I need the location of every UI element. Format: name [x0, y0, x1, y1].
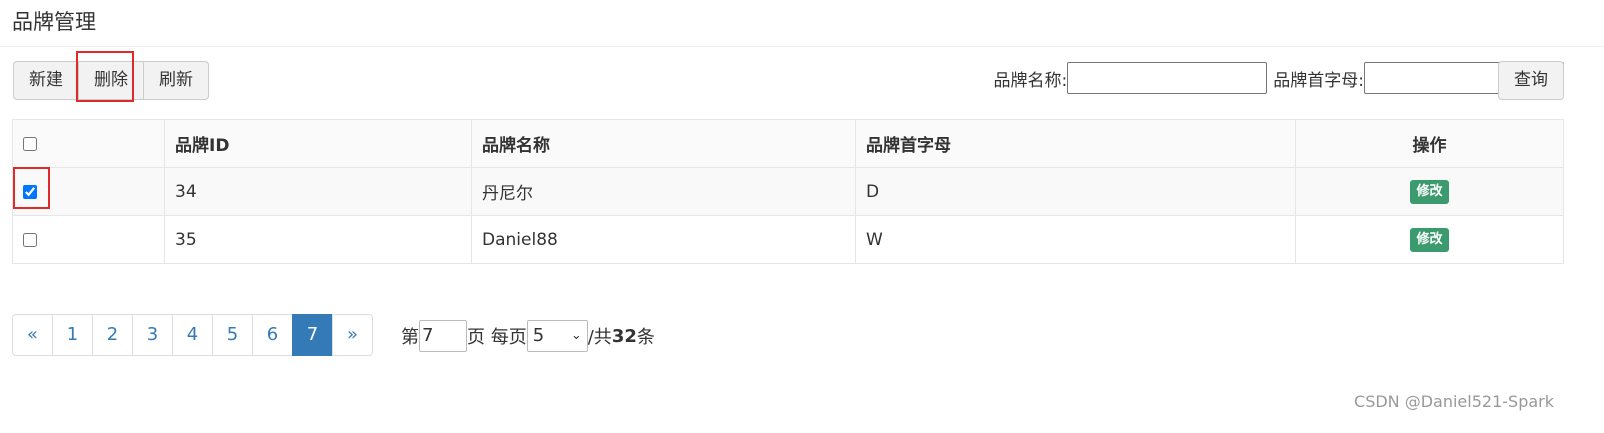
total-suffix: 条 [636, 327, 655, 348]
page-size-value: 5 [532, 325, 545, 346]
brand-name-cell: 丹尼尔 [471, 167, 856, 216]
page-button-3[interactable]: 3 [132, 314, 173, 356]
brand-name-label: 品牌名称: [993, 70, 1068, 91]
pagination: « 1 2 3 4 5 6 7 » [12, 314, 373, 356]
header-brand-id: 品牌ID [164, 119, 472, 168]
header-brand-initial: 品牌首字母 [855, 119, 1296, 168]
page-size-select[interactable]: 5 ⌄ [526, 320, 588, 352]
select-all-cell [12, 119, 165, 168]
page-size-label: 页 每页 [467, 327, 527, 348]
page-button-2[interactable]: 2 [92, 314, 133, 356]
new-button[interactable]: 新建 [13, 61, 79, 100]
total-prefix: /共 [587, 327, 612, 348]
query-button[interactable]: 查询 [1498, 61, 1564, 100]
total-count: 32 [611, 325, 637, 347]
search-form: 品牌名称: 品牌首字母: [994, 62, 1564, 94]
operations-cell: 修改 [1295, 215, 1564, 264]
checkbox-highlight-box [13, 167, 50, 209]
page-number-input[interactable]: 7 [419, 320, 467, 352]
select-all-checkbox[interactable] [23, 136, 37, 151]
brand-initial-cell: D [855, 167, 1296, 216]
page-button-6[interactable]: 6 [252, 314, 293, 356]
delete-highlight-box [76, 51, 134, 102]
refresh-button[interactable]: 刷新 [143, 61, 209, 100]
row-checkbox[interactable] [23, 232, 37, 247]
page-button-7-active[interactable]: 7 [292, 314, 333, 356]
brand-id-cell: 35 [164, 215, 472, 264]
header-operations: 操作 [1295, 119, 1564, 168]
page-button-4[interactable]: 4 [172, 314, 213, 356]
table-row: 34 丹尼尔 D 修改 [12, 167, 1564, 216]
page-button-5[interactable]: 5 [212, 314, 253, 356]
header-brand-name: 品牌名称 [471, 119, 856, 168]
prev-page-button[interactable]: « [12, 314, 53, 356]
brand-name-input[interactable] [1067, 62, 1268, 94]
edit-button[interactable]: 修改 [1410, 179, 1449, 204]
row-select-cell [12, 215, 165, 264]
edit-button[interactable]: 修改 [1410, 227, 1449, 252]
watermark: CSDN @Daniel521-Spark [1354, 392, 1554, 411]
pager-info: 第 7 页 每页 5 ⌄ /共 32 条 [401, 320, 655, 352]
chevron-down-icon: ⌄ [570, 328, 582, 343]
brand-name-cell: Daniel88 [471, 215, 856, 264]
table-row: 35 Daniel88 W 修改 [12, 215, 1564, 264]
brand-initial-cell: W [855, 215, 1296, 264]
page-button-1[interactable]: 1 [52, 314, 93, 356]
brand-table: 品牌ID 品牌名称 品牌首字母 操作 34 丹尼尔 D 修改 35 Daniel… [12, 119, 1564, 264]
brand-id-cell: 34 [164, 167, 472, 216]
brand-initial-label: 品牌首字母: [1273, 70, 1364, 91]
operations-cell: 修改 [1295, 167, 1564, 216]
page-prefix: 第 [401, 327, 419, 348]
table-header-row: 品牌ID 品牌名称 品牌首字母 操作 [12, 119, 1564, 168]
page-title: 品牌管理 [12, 10, 96, 34]
title-divider [0, 46, 1604, 47]
next-page-button[interactable]: » [332, 314, 373, 356]
